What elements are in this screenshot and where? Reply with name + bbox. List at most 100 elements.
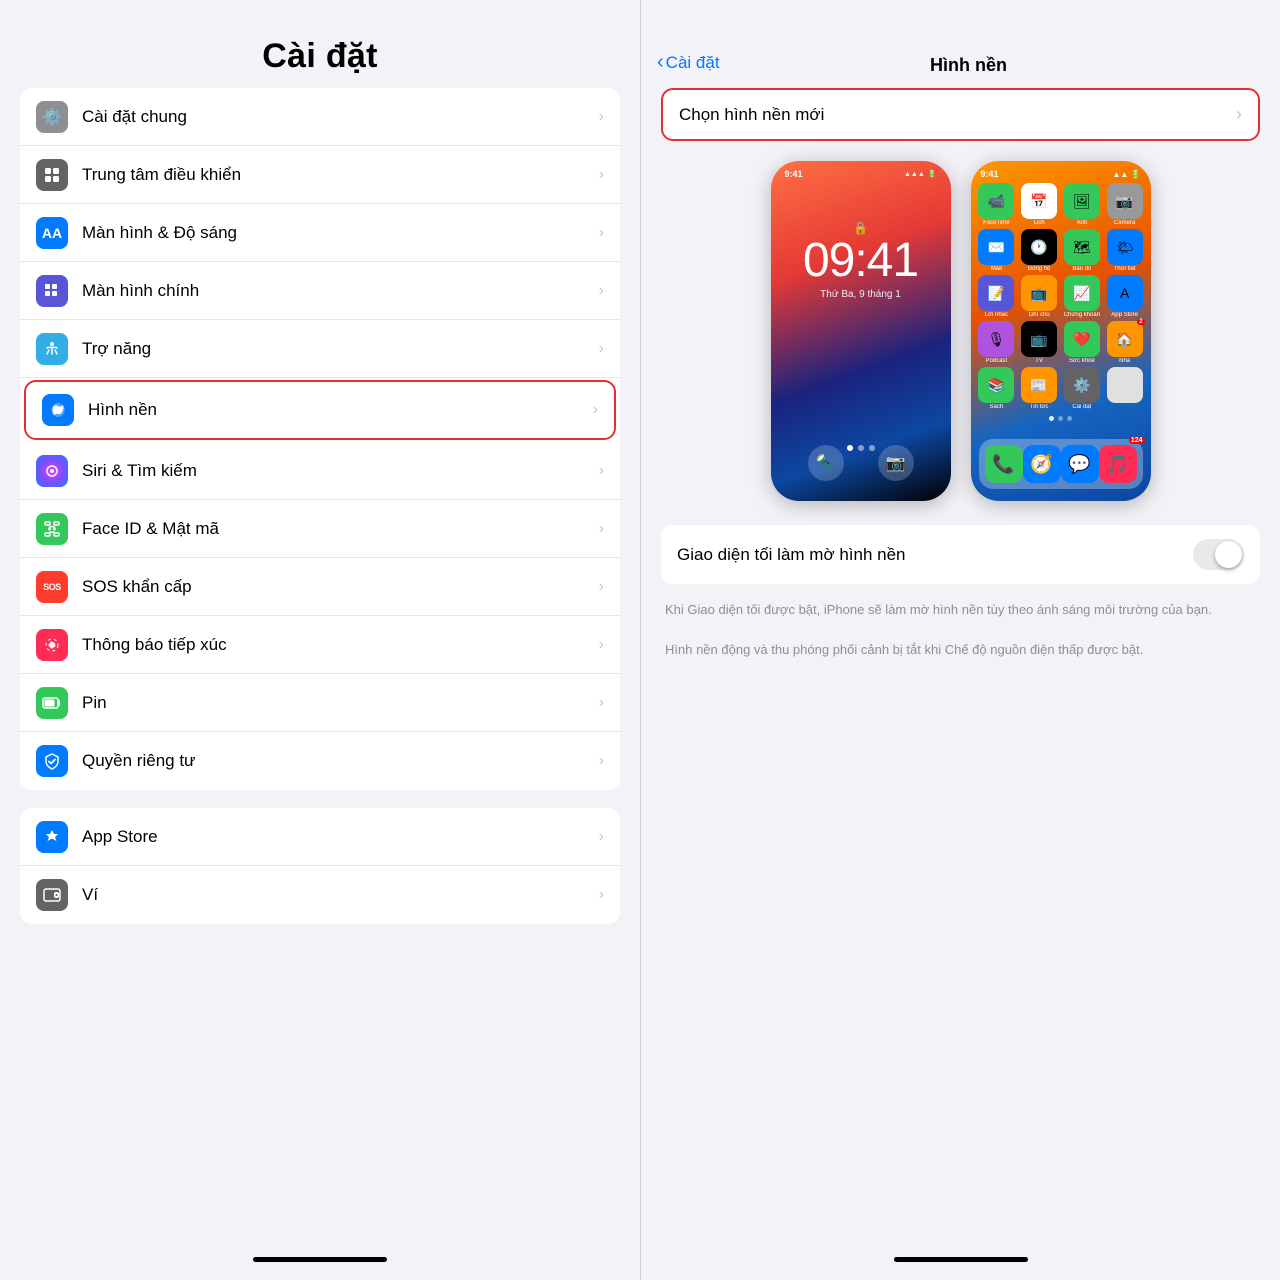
sidebar-item-quyen-rieng-tu[interactable]: Quyền riêng tư ›	[20, 732, 620, 790]
home-page-dots	[975, 416, 1147, 421]
left-home-indicator	[0, 1246, 640, 1280]
left-panel: Cài đặt ⚙️ Cài đặt chung ›	[0, 0, 640, 1280]
lock-screen-time: 09:41	[803, 237, 918, 285]
dark-mode-toggle-row: Giao diện tối làm mờ hình nền	[661, 525, 1260, 584]
chevron-icon: ›	[599, 340, 604, 358]
sidebar-item-thong-bao[interactable]: Thông báo tiếp xúc ›	[20, 616, 620, 674]
chevron-icon: ›	[593, 401, 598, 419]
right-title: Hình nền	[930, 55, 1007, 76]
stocks-app-icon: 📈	[1064, 275, 1100, 311]
app-grid-row5: 📚Sách 📰Tin tức ⚙️Cài đặt	[975, 367, 1147, 410]
choose-wallpaper-label: Chọn hình nền mới	[679, 105, 1230, 125]
battery-icon	[36, 687, 68, 719]
control-center-icon	[36, 159, 68, 191]
health-app-icon: ❤️	[1064, 321, 1100, 357]
home-screen-icon	[36, 275, 68, 307]
lock-screen-bg: 9:41 ▲▲▲ 🔋 🔒 09:41 Thứ Ba, 9 tháng 1	[771, 161, 951, 501]
news-app-icon: 📰	[1021, 367, 1057, 403]
description-text-2: Hình nền động và thu phóng phối cảnh bị …	[661, 634, 1260, 674]
chevron-icon: ›	[599, 578, 604, 596]
right-panel: ‹ Cài đặt Hình nền Chọn hình nền mới › 9…	[640, 0, 1280, 1280]
appstore-app-icon: A	[1107, 275, 1143, 311]
wallpaper-icon	[42, 394, 74, 426]
face-id-icon	[36, 513, 68, 545]
chevron-icon: ›	[599, 282, 604, 300]
left-header: Cài đặt	[0, 0, 640, 88]
accessibility-icon	[36, 333, 68, 365]
chevron-icon: ›	[599, 166, 604, 184]
sos-icon: SOS	[36, 571, 68, 603]
app-grid-row3: 📝Lời nhắc 📺Ghí chú 📈Chứng khoán AApp Sto…	[975, 275, 1147, 318]
lock-screen-bottom: 🔦 📷	[771, 445, 951, 481]
weather-app-icon: 🌤	[1107, 229, 1143, 265]
sidebar-item-cai-dat-chung[interactable]: ⚙️ Cài đặt chung ›	[20, 88, 620, 146]
chevron-icon: ›	[599, 636, 604, 654]
lock-screen-preview: 9:41 ▲▲▲ 🔋 🔒 09:41 Thứ Ba, 9 tháng 1	[771, 161, 951, 501]
photos-app-icon: 🖼	[1064, 183, 1100, 219]
camera-app-icon: 📷	[1107, 183, 1143, 219]
choose-wallpaper-button[interactable]: Chọn hình nền mới ›	[661, 88, 1260, 141]
app-store-icon	[36, 821, 68, 853]
toggle-label: Giao diện tối làm mờ hình nền	[677, 545, 1193, 565]
camera-icon: 📷	[878, 445, 914, 481]
display-icon: AA	[36, 217, 68, 249]
home-dock: 📞 🧭 💬124 🎵	[979, 439, 1143, 489]
sidebar-item-man-hinh-chinh[interactable]: Màn hình chính ›	[20, 262, 620, 320]
facetime-app-icon: 📹	[978, 183, 1014, 219]
sidebar-item-man-hinh[interactable]: AA Màn hình & Độ sáng ›	[20, 204, 620, 262]
app-grid-row2: ✉️Mail 🕐Đồng hồ 🗺Bản đồ 🌤Thời tiết	[975, 229, 1147, 272]
lock-screen-date: Thứ Ba, 9 tháng 1	[803, 289, 918, 300]
messages-dock-icon: 💬124	[1061, 445, 1099, 483]
dark-mode-toggle[interactable]	[1193, 539, 1244, 570]
home-indicator-bar-right	[894, 1257, 1028, 1262]
right-header: ‹ Cài đặt Hình nền	[641, 0, 1280, 88]
clock-app-icon: 🕐	[1021, 229, 1057, 265]
settings-group-1: ⚙️ Cài đặt chung › Trung tâm điều khiển …	[20, 88, 620, 790]
home-app-icon: 🏠2	[1107, 321, 1143, 357]
books-app-icon: 📚	[978, 367, 1014, 403]
sidebar-item-vi[interactable]: Ví ›	[20, 866, 620, 924]
tv-app-icon: 📺	[1021, 275, 1057, 311]
home-indicator-bar	[253, 1257, 387, 1262]
description-text-1: Khi Giao diện tối được bật, iPhone sẽ là…	[661, 594, 1260, 634]
app-grid-row1: 📹FaceTime 📅Lịch 🖼Ảnh 📷Camera	[975, 183, 1147, 226]
reminders-app-icon: 📝	[978, 275, 1014, 311]
sidebar-item-app-store[interactable]: App Store ›	[20, 808, 620, 866]
podcasts-app-icon: 🎙	[978, 321, 1014, 357]
wallet-icon	[36, 879, 68, 911]
home-status-icons: ▲▲ 🔋	[1112, 170, 1140, 179]
home-time: 9:41	[981, 169, 999, 179]
chevron-icon: ›	[599, 886, 604, 904]
sidebar-item-hinh-nen[interactable]: Hình nền ›	[24, 380, 616, 440]
music-dock-icon: 🎵	[1099, 445, 1137, 483]
sidebar-item-trung-tam[interactable]: Trung tâm điều khiển ›	[20, 146, 620, 204]
settings-group-2: App Store › Ví ›	[20, 808, 620, 924]
sidebar-item-siri[interactable]: Siri & Tìm kiếm ›	[20, 442, 620, 500]
back-label: Cài đặt	[666, 53, 720, 73]
home-screen-preview: 9:41 ▲▲ 🔋 📹FaceTime 📅Lịch 🖼Ảnh 📷Camera ✉…	[971, 161, 1151, 501]
mail-app-icon: ✉️	[978, 229, 1014, 265]
empty-app-icon	[1107, 367, 1143, 403]
back-button[interactable]: ‹ Cài đặt	[657, 51, 720, 74]
flashlight-icon: 🔦	[808, 445, 844, 481]
chevron-icon: ›	[599, 828, 604, 846]
sidebar-item-sos[interactable]: SOS SOS khẩn cấp ›	[20, 558, 620, 616]
choose-wallpaper-chevron: ›	[1236, 104, 1242, 125]
chevron-icon: ›	[599, 694, 604, 712]
chevron-icon: ›	[599, 224, 604, 242]
siri-icon	[36, 455, 68, 487]
home-screen-bg: 9:41 ▲▲ 🔋 📹FaceTime 📅Lịch 🖼Ảnh 📷Camera ✉…	[971, 161, 1151, 501]
sidebar-item-pin[interactable]: Pin ›	[20, 674, 620, 732]
phone-dock-icon: 📞	[985, 445, 1023, 483]
exposure-icon	[36, 629, 68, 661]
app-grid-row4: 🎙Podcast 📺TV ❤️Sức khoẻ 🏠2Nhà	[975, 321, 1147, 364]
chevron-icon: ›	[599, 462, 604, 480]
sidebar-item-face-id[interactable]: Face ID & Mật mã ›	[20, 500, 620, 558]
calendar-app-icon: 📅	[1021, 183, 1057, 219]
lock-screen-lock-icon: 🔒	[803, 221, 918, 235]
sidebar-item-tro-nang[interactable]: Trợ năng ›	[20, 320, 620, 378]
back-chevron-icon: ‹	[657, 51, 664, 74]
chevron-icon: ›	[599, 520, 604, 538]
settings-list: ⚙️ Cài đặt chung › Trung tâm điều khiển …	[0, 88, 640, 1246]
appletv-app-icon: 📺	[1021, 321, 1057, 357]
